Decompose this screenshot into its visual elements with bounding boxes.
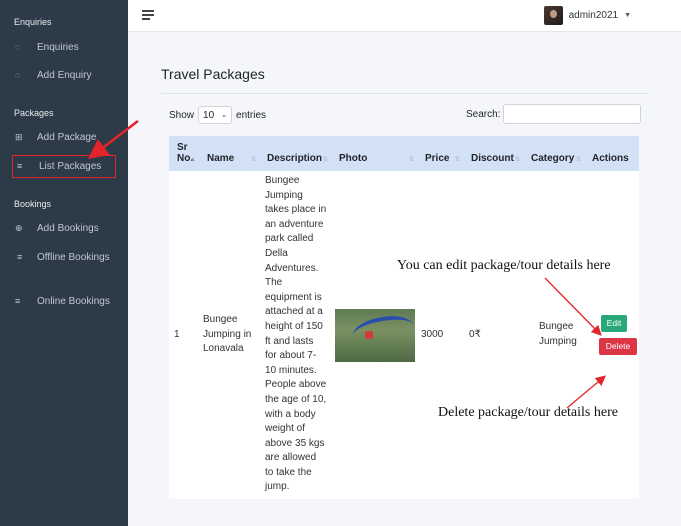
table-header-row: Sr No. ▲ Name ⇅ Description ⇅ Photo ⇅ Price ⇅… — [169, 136, 639, 171]
sidebar-item-label: Enquiries — [37, 42, 79, 53]
sidebar-item-label: Add Enquiry — [37, 70, 92, 81]
column-header-name[interactable]: Name ⇅ — [199, 136, 259, 171]
divider — [161, 93, 648, 94]
menu-toggle-icon[interactable] — [142, 10, 154, 20]
column-header-sr-no[interactable]: Sr No. ▲ — [169, 136, 199, 171]
sidebar-item-list-packages[interactable]: ≡ List Packages — [12, 155, 116, 178]
cell-name: Bungee Jumping in Lonavala — [199, 171, 259, 500]
column-header-category[interactable]: Category ⇅ — [523, 136, 584, 171]
username: admin2021 — [568, 10, 619, 21]
chat-icon: ◌ — [15, 42, 21, 52]
sidebar-item-label: Add Bookings — [37, 223, 99, 234]
avatar — [543, 6, 563, 25]
chevron-down-icon: ⌄ — [221, 112, 228, 119]
list-icon: ≡ — [15, 296, 21, 306]
sidebar-heading-enquiries: Enquiries — [14, 17, 52, 27]
column-header-photo[interactable]: Photo ⇅ — [331, 136, 417, 171]
cell-actions: Edit Delete — [584, 171, 639, 500]
annotation-delete-note: Delete package/tour details here — [438, 405, 618, 420]
search-label: Search: — [466, 108, 501, 120]
entries-control: Show 10 ⌄ entries — [169, 106, 266, 124]
entries-select[interactable]: 10 ⌄ — [198, 106, 233, 124]
user-menu[interactable]: admin2021 ▼ — [543, 6, 631, 25]
edit-button[interactable]: Edit — [601, 315, 627, 333]
cell-discount: 0₹ — [463, 171, 523, 500]
sort-icon: ⇅ — [250, 157, 256, 163]
annotation-edit-note: You can edit package/tour details here — [397, 258, 611, 273]
entries-label: entries — [236, 109, 267, 121]
search-control: Search: — [466, 104, 642, 124]
show-label: Show — [169, 109, 195, 121]
sidebar: Enquiries ◌ Enquiries ◌ Add Enquiry Pack… — [0, 0, 128, 526]
search-input[interactable] — [503, 104, 642, 124]
cell-category: Bungee Jumping — [523, 171, 584, 500]
plus-square-icon: ⊞ — [15, 132, 23, 142]
chevron-down-icon: ▼ — [624, 12, 631, 19]
plus-circle-icon: ⊕ — [15, 223, 23, 233]
main-content: Travel Packages Show 10 ⌄ entries Search… — [128, 33, 681, 526]
sidebar-heading-bookings: Bookings — [14, 199, 52, 209]
page-title: Travel Packages — [161, 66, 265, 82]
sidebar-item-label: List Packages — [39, 161, 102, 172]
sidebar-item-offline-bookings[interactable]: ≡ Offline Bookings — [0, 250, 128, 265]
sort-icon: ⇅ — [514, 157, 520, 163]
sidebar-item-add-enquiry[interactable]: ◌ Add Enquiry — [0, 68, 128, 83]
list-icon: ≡ — [17, 252, 23, 262]
column-header-discount[interactable]: Discount ⇅ — [463, 136, 523, 171]
table-row: 1 Bungee Jumping in Lonavala Bungee Jump… — [169, 171, 639, 500]
package-photo — [335, 308, 415, 362]
cell-price: 3000 — [417, 171, 463, 500]
sort-icon: ⇅ — [454, 157, 460, 163]
sort-icon: ⇅ — [322, 157, 328, 163]
column-header-actions[interactable]: Actions — [584, 136, 639, 171]
column-header-description[interactable]: Description ⇅ — [259, 136, 331, 171]
sidebar-heading-packages: Packages — [14, 108, 54, 118]
sidebar-item-label: Add Package — [37, 132, 97, 143]
sidebar-item-add-package[interactable]: ⊞ Add Package — [0, 130, 128, 145]
column-header-price[interactable]: Price ⇅ — [417, 136, 463, 171]
cell-photo — [331, 171, 417, 500]
chat-icon: ◌ — [15, 70, 21, 80]
sidebar-item-online-bookings[interactable]: ≡ Online Bookings — [0, 294, 128, 309]
sort-icon: ⇅ — [408, 157, 414, 163]
sort-icon: ⇅ — [575, 157, 581, 163]
packages-table: Sr No. ▲ Name ⇅ Description ⇅ Photo ⇅ Price ⇅… — [169, 136, 639, 500]
sort-asc-icon: ▲ — [190, 157, 196, 163]
cell-sr-no: 1 — [169, 171, 199, 500]
sidebar-item-enquiries[interactable]: ◌ Enquiries — [0, 40, 128, 55]
entries-value: 10 — [203, 109, 215, 121]
sidebar-item-label: Offline Bookings — [37, 252, 110, 263]
sidebar-item-add-bookings[interactable]: ⊕ Add Bookings — [0, 221, 128, 236]
list-icon: ≡ — [17, 161, 23, 171]
delete-button[interactable]: Delete — [599, 338, 637, 356]
sidebar-item-label: Online Bookings — [37, 296, 110, 307]
cell-description: Bungee Jumping takes place in an adventu… — [259, 171, 331, 500]
top-navbar: admin2021 ▼ — [128, 0, 681, 32]
